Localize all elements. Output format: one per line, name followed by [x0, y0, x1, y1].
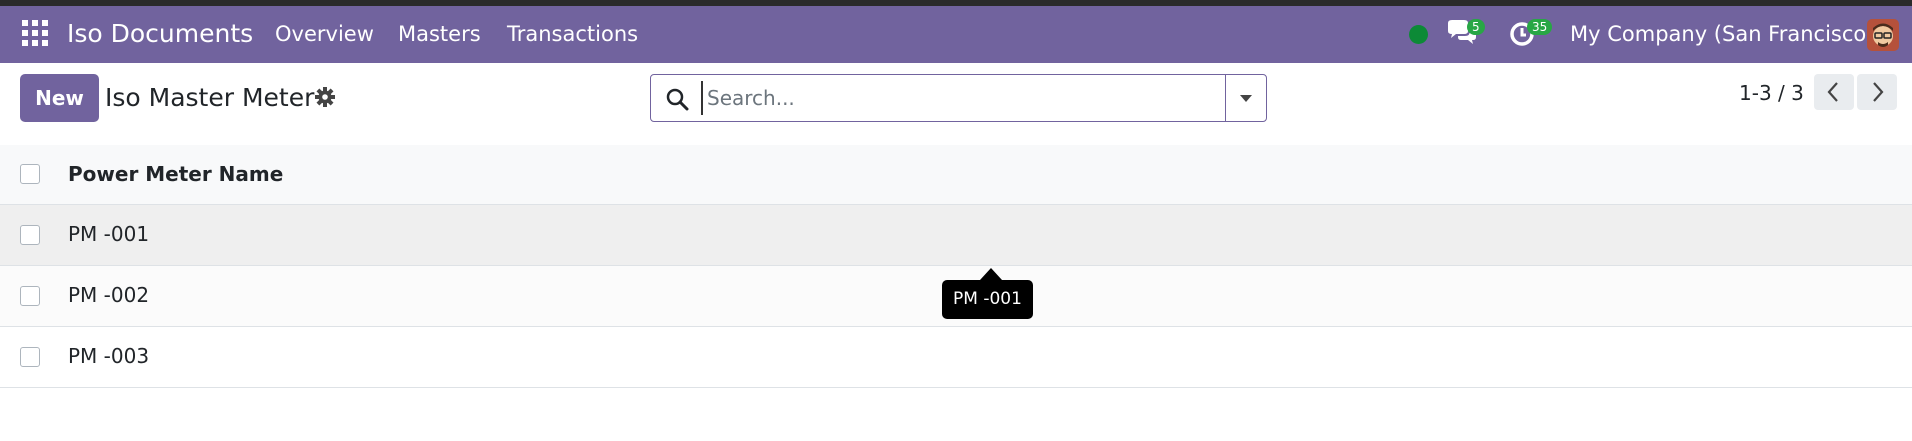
- row-cell-name[interactable]: PM -003: [68, 344, 149, 368]
- apps-grid-icon[interactable]: [22, 20, 48, 46]
- gear-icon[interactable]: [315, 87, 335, 111]
- page-title: Iso Master Meter: [105, 83, 315, 112]
- list-header-row: Power Meter Name: [0, 145, 1912, 205]
- list-view: Power Meter Name PM -001 PM -002 PM -003: [0, 145, 1912, 388]
- menu-masters[interactable]: Masters: [398, 22, 481, 46]
- presence-status-icon: [1409, 25, 1428, 44]
- menu-overview[interactable]: Overview: [275, 22, 374, 46]
- column-header-power-meter-name[interactable]: Power Meter Name: [68, 162, 283, 186]
- activity-count-badge: 35: [1527, 19, 1553, 35]
- select-all-checkbox[interactable]: [20, 164, 40, 184]
- table-row[interactable]: PM -003: [0, 327, 1912, 388]
- table-row[interactable]: PM -001: [0, 205, 1912, 266]
- pager-value[interactable]: 1-3 / 3: [1739, 81, 1804, 105]
- control-panel: New Iso Master Meter Search... 1-3 / 3: [0, 63, 1912, 146]
- top-navbar: Iso Documents Overview Masters Transacti…: [0, 6, 1912, 63]
- row-checkbox[interactable]: [20, 286, 40, 306]
- new-button[interactable]: New: [20, 74, 99, 122]
- search-input[interactable]: [701, 81, 1207, 115]
- row-checkbox[interactable]: [20, 225, 40, 245]
- tooltip-arrow: [980, 268, 1002, 280]
- menu-transactions[interactable]: Transactions: [507, 22, 638, 46]
- search-icon: [665, 87, 689, 115]
- search-bar: [650, 74, 1267, 122]
- company-switcher[interactable]: My Company (San Francisco): [1570, 22, 1874, 46]
- row-checkbox[interactable]: [20, 347, 40, 367]
- user-avatar-icon[interactable]: [1867, 19, 1899, 51]
- row-cell-name[interactable]: PM -001: [68, 222, 149, 246]
- caret-down-icon[interactable]: [1226, 75, 1266, 121]
- tooltip: PM -001: [942, 280, 1033, 319]
- chat-count-badge: 5: [1467, 19, 1485, 35]
- chevron-right-icon[interactable]: [1857, 74, 1897, 110]
- chevron-left-icon[interactable]: [1814, 74, 1854, 110]
- app-brand[interactable]: Iso Documents: [67, 19, 253, 48]
- row-cell-name[interactable]: PM -002: [68, 283, 149, 307]
